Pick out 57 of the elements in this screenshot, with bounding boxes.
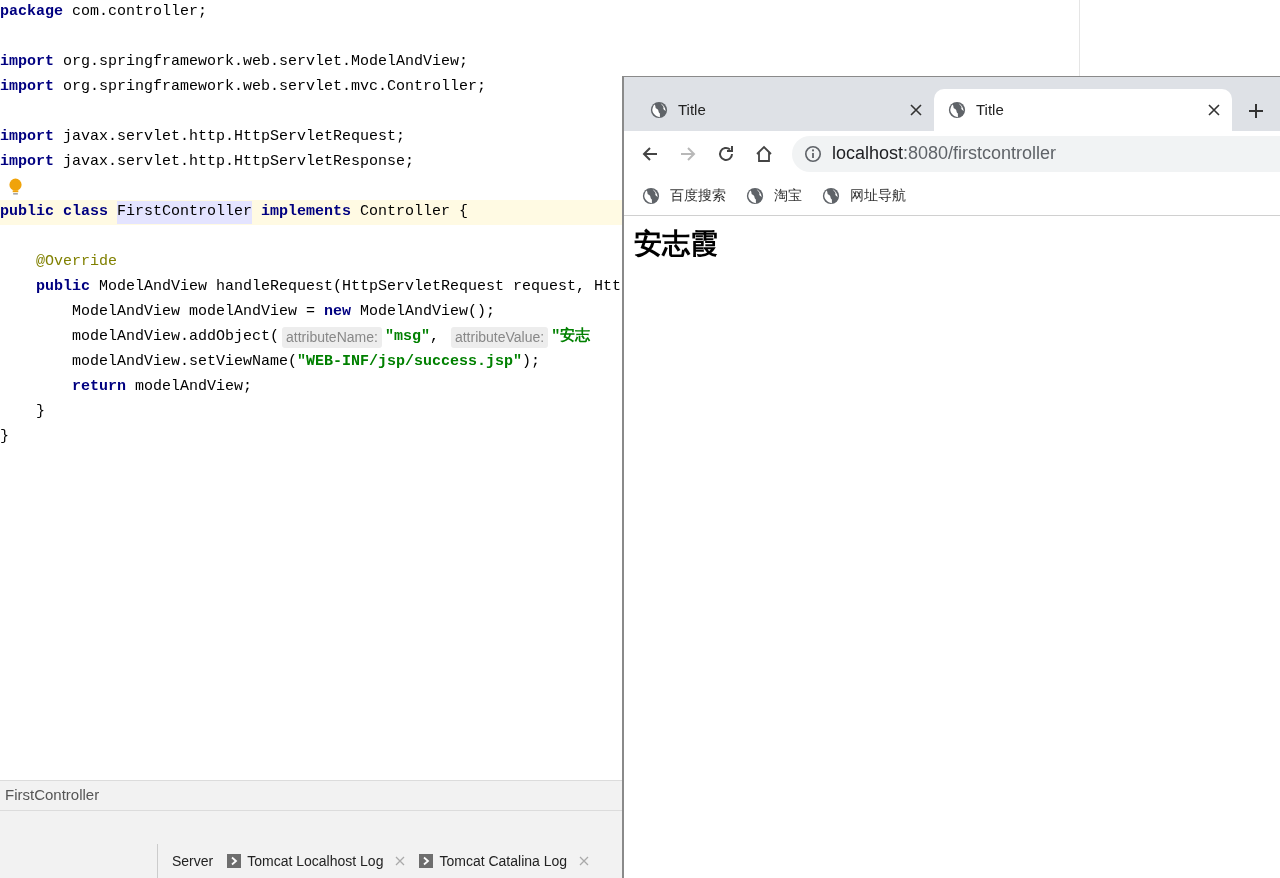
code-token: public	[35, 277, 90, 298]
code-token: org.springframework.web.servlet.ModelAndView;	[62, 52, 469, 73]
code-token: import	[0, 152, 54, 173]
code-token: @Override	[35, 252, 118, 273]
code-token: "WEB-INF/jsp/success.jsp"	[297, 352, 523, 373]
code-token: org.springframework.web.servlet.mvc.Controller;	[62, 77, 487, 98]
code-token: javax.servlet.http.HttpServletRequest;	[62, 127, 406, 148]
bookmark[interactable]: 网址导航	[822, 185, 906, 206]
address-bar[interactable]: localhost:8080/firstcontroller	[792, 135, 1280, 172]
parameter-hint: attributeName:	[282, 327, 382, 348]
globe-icon	[948, 101, 966, 119]
code-token: import	[0, 52, 54, 73]
code-token: public class	[0, 202, 109, 223]
new-tab-icon[interactable]	[1248, 103, 1264, 119]
browser-tab[interactable]: Title	[934, 89, 1232, 131]
close-icon[interactable]	[910, 104, 922, 116]
globe-icon	[822, 186, 840, 205]
code-token: javax.servlet.http.HttpServletResponse;	[62, 152, 415, 173]
code-token: import	[0, 77, 54, 98]
code-token: "msg"	[384, 327, 430, 348]
home-icon[interactable]	[754, 143, 774, 164]
code-token: modelAndView;	[134, 377, 253, 398]
code-token: ModelAndView();	[359, 302, 496, 323]
code-token: modelAndView.setViewName(	[71, 352, 298, 373]
close-icon[interactable]	[1208, 104, 1220, 116]
code-token: }	[0, 427, 9, 448]
code-token: import	[0, 127, 54, 148]
breadcrumb[interactable]: FirstController	[5, 784, 100, 807]
code-token: com.controller;	[71, 2, 208, 23]
code-token: "安志	[551, 326, 591, 348]
globe-icon	[746, 186, 764, 205]
code-token: package	[0, 2, 63, 23]
bookmark[interactable]: 百度搜索	[642, 185, 726, 206]
globe-icon	[642, 186, 660, 205]
code-token: implements	[261, 202, 352, 223]
code-token: modelAndView.addObject(	[71, 327, 280, 348]
code-token: Controller {	[359, 202, 469, 223]
code-token: ModelAndView modelAndView =	[71, 302, 317, 323]
code-token: }	[35, 402, 45, 423]
tool-window-tab[interactable]: Server	[172, 850, 218, 872]
code-token: ModelAndView handleRequest(HttpServletRequest request, Htt	[98, 277, 622, 298]
code-token: ,	[429, 327, 440, 348]
console-icon	[227, 854, 242, 868]
tool-window-tab[interactable]: Tomcat Catalina Log	[419, 850, 594, 872]
parameter-hint: attributeValue:	[450, 327, 549, 348]
url-text: localhost:8080/firstcontroller	[832, 142, 1057, 165]
code-token: FirstController	[117, 201, 253, 224]
console-icon	[419, 854, 434, 868]
info-icon	[804, 144, 822, 163]
code-token: );	[522, 352, 541, 373]
tool-window-tab[interactable]: Tomcat Localhost Log	[227, 850, 410, 872]
code-token: return	[71, 377, 127, 398]
page-heading: 安志霞	[634, 230, 718, 258]
code-token: new	[324, 302, 352, 323]
bookmark[interactable]: 淘宝	[746, 185, 802, 206]
reload-icon[interactable]	[716, 143, 736, 164]
globe-icon	[650, 101, 668, 119]
